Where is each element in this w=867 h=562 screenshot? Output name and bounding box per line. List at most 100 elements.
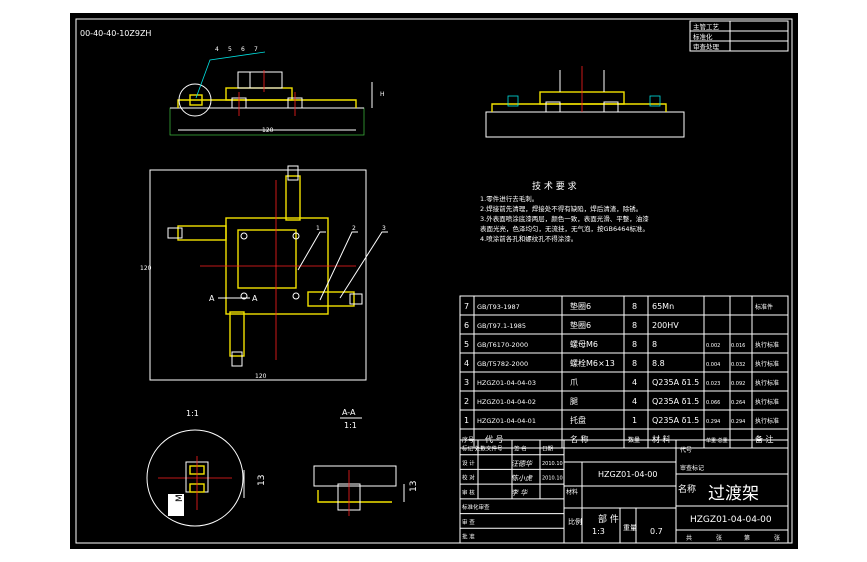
bom-cell-material: Q235A δ1.5 bbox=[652, 397, 699, 406]
tech-item-5: 4.喷涂前各孔和螺纹孔不得涂漆。 bbox=[480, 234, 577, 243]
bom-cell-qty: 8 bbox=[632, 321, 637, 330]
dim-13-detail: 13 bbox=[257, 475, 267, 486]
signature: 汪德华 bbox=[511, 460, 533, 468]
tech-item-3: 3.外表面喷涂底漆两层，颜色一致，表面光滑、平整，油漆 bbox=[480, 214, 649, 223]
title-row-label: 标记 处数 bbox=[462, 444, 486, 452]
bom-cell-code: GB/T97.1-1985 bbox=[477, 322, 526, 330]
bom-cell-name: 爪 bbox=[570, 378, 578, 387]
tech-item-4: 表面光亮，色泽均匀，无流挂，无气泡，按GB6464标准。 bbox=[480, 224, 649, 233]
signature: 李 华 bbox=[511, 489, 528, 497]
signature: 陈小虎 bbox=[511, 474, 533, 482]
bom-cell-w2: 0.032 bbox=[731, 362, 745, 368]
bom-cell-name: 螺母M6 bbox=[570, 339, 598, 349]
bom-cell-material: Q235A δ1.5 bbox=[652, 378, 699, 387]
scale-value: 1:3 bbox=[592, 527, 605, 536]
section-scale: 1:1 bbox=[344, 421, 357, 430]
callout-7: 7 bbox=[254, 46, 258, 53]
title-row-label: 审 查 bbox=[462, 518, 475, 526]
section-label: A-A bbox=[342, 408, 356, 417]
callout-5: 5 bbox=[228, 46, 232, 53]
sign-date: 2010.10 bbox=[542, 476, 563, 482]
bom-cell-w1: 0.002 bbox=[706, 343, 720, 349]
bom-header-code: 代 号 bbox=[485, 434, 504, 444]
bom-header-name: 名 称 bbox=[570, 434, 589, 444]
bom-cell-no: 2 bbox=[464, 397, 469, 406]
bom-cell-no: 5 bbox=[464, 340, 469, 349]
bom-cell-no: 1 bbox=[464, 416, 469, 425]
bom-cell-no: 3 bbox=[464, 378, 469, 387]
rotated-code: 00-40-40-10Z9ZH bbox=[80, 29, 151, 38]
top-width-dim: 120 bbox=[255, 373, 267, 380]
bom-cell-code: GB/T5782-2000 bbox=[477, 360, 528, 368]
bom-cell-code: GB/T6170-2000 bbox=[477, 341, 528, 349]
material-label: 材料 bbox=[566, 488, 578, 496]
bom-cell-code: HZGZ01-04-04-03 bbox=[477, 379, 536, 387]
title-row-label: 批 准 bbox=[462, 533, 475, 541]
approval-row-3: 审查处理 bbox=[693, 42, 720, 51]
bom-cell-no: 7 bbox=[464, 302, 469, 311]
code-label: 代号 bbox=[680, 446, 692, 454]
bom-cell-name: 垫圈6 bbox=[570, 301, 591, 311]
approval-row-2: 标准化 bbox=[693, 32, 713, 41]
bom-cell-w2: 0.294 bbox=[731, 419, 745, 425]
bom-cell-material: 200HV bbox=[652, 321, 679, 330]
top-height-dim: 120 bbox=[140, 265, 152, 272]
title-header-label: 签 名 bbox=[514, 444, 527, 452]
tech-item-2: 2.焊接前先清理，焊接处不得有缺陷，焊后清渣，除锈。 bbox=[480, 204, 642, 213]
title-row-label: 校 对 bbox=[462, 474, 475, 482]
title-row-label: 审 核 bbox=[462, 488, 475, 496]
tech-title: 技 术 要 求 bbox=[532, 180, 577, 192]
title-row-label: 标准化审查 bbox=[462, 503, 490, 511]
callout-2: 2 bbox=[352, 225, 356, 232]
bom-cell-w1: 0.023 bbox=[706, 381, 720, 387]
callout-3: 3 bbox=[382, 225, 386, 232]
callout-4: 4 bbox=[215, 46, 219, 53]
bom-cell-name: 托盘 bbox=[570, 415, 586, 425]
bom-cell-material: 8 bbox=[652, 340, 657, 349]
bom-cell-qty: 4 bbox=[632, 397, 637, 406]
bom-cell-remark: 标准件 bbox=[755, 303, 773, 311]
approval-row-1: 主管工艺 bbox=[693, 22, 720, 31]
detail-scale: 1:1 bbox=[186, 409, 199, 418]
svg-text:H: H bbox=[380, 91, 385, 98]
bom-cell-code: HZGZ01-04-04-02 bbox=[477, 398, 536, 406]
bom-cell-w1: 0.066 bbox=[706, 400, 720, 406]
bom-cell-name: 腿 bbox=[570, 397, 578, 406]
bom-cell-no: 6 bbox=[464, 321, 469, 330]
dim-m6: M6 bbox=[175, 488, 185, 502]
front-width-dim: 120 bbox=[262, 127, 274, 134]
assembly-code: HZGZ01-04-00 bbox=[598, 470, 658, 479]
section-name: 部 件 bbox=[598, 513, 619, 525]
scale-label: 比例 bbox=[568, 517, 582, 526]
bom-cell-qty: 1 bbox=[632, 416, 637, 425]
tech-item-1: 1.零件进行去毛刺。 bbox=[480, 194, 538, 203]
bom-cell-code: GB/T93-1987 bbox=[477, 303, 520, 311]
section-mark-a-right: A bbox=[252, 294, 258, 303]
bom-cell-remark: 执行标准 bbox=[755, 379, 779, 387]
title-header-label: 文件号 bbox=[486, 444, 503, 452]
bom-cell-code: HZGZ01-04-04-01 bbox=[477, 417, 536, 425]
section-mark-a-left: A bbox=[209, 294, 215, 303]
bom-header-remark: 备 注 bbox=[755, 434, 774, 444]
callout-1: 1 bbox=[316, 225, 320, 232]
bom-cell-qty: 8 bbox=[632, 340, 637, 349]
callout-6: 6 bbox=[241, 46, 245, 53]
cad-drawing-sheet: 00-40-40-10Z9ZH 主管工艺 标准化 审查处理 H 120 4 5 … bbox=[0, 0, 867, 562]
sheet-no-unit: 张 bbox=[774, 534, 780, 542]
bom-cell-w1: 0.294 bbox=[706, 419, 720, 425]
bom-cell-remark: 执行标准 bbox=[755, 341, 779, 349]
name-label: 名称 bbox=[678, 483, 696, 495]
bom-cell-name: 螺栓M6×13 bbox=[570, 358, 615, 368]
dim-13-section: 13 bbox=[409, 481, 419, 492]
sign-date: 2010.10 bbox=[542, 461, 563, 467]
bom-cell-remark: 执行标准 bbox=[755, 360, 779, 368]
bom-cell-qty: 4 bbox=[632, 378, 637, 387]
bom-cell-remark: 执行标准 bbox=[755, 417, 779, 425]
weight-label: 重量 bbox=[623, 524, 637, 532]
weight-value: 0.7 bbox=[650, 527, 663, 536]
bom-cell-no: 4 bbox=[464, 359, 469, 368]
sheet-no-label: 第 bbox=[744, 534, 750, 542]
drawing-code: HZGZ01-04-04-00 bbox=[690, 515, 772, 525]
bom-cell-qty: 8 bbox=[632, 359, 637, 368]
bom-cell-w2: 0.264 bbox=[731, 400, 745, 406]
